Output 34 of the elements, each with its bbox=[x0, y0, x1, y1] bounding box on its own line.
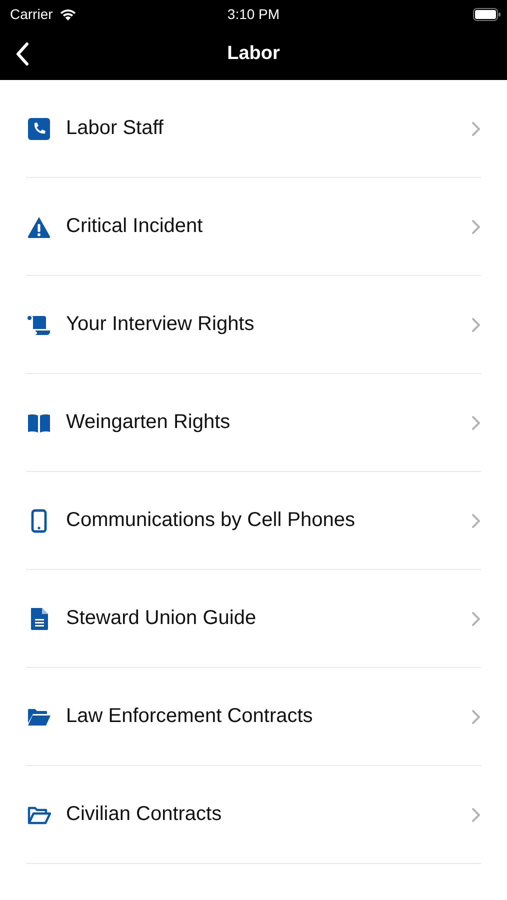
menu-item[interactable]: Law Enforcement Contracts bbox=[26, 668, 481, 766]
menu-item[interactable]: Civilian Contracts bbox=[26, 766, 481, 864]
menu-item[interactable]: Critical Incident bbox=[26, 178, 481, 276]
menu-item-label: Critical Incident bbox=[66, 215, 204, 238]
scroll-icon bbox=[26, 312, 52, 336]
menu-item-label: Steward Union Guide bbox=[66, 607, 258, 630]
chevron-right-icon bbox=[471, 414, 481, 430]
chevron-right-icon bbox=[471, 610, 481, 626]
back-chevron-icon bbox=[16, 42, 30, 66]
chevron-right-icon bbox=[471, 512, 481, 528]
chevron-right-icon bbox=[471, 708, 481, 724]
carrier-label: Carrier bbox=[10, 6, 53, 22]
wifi-icon bbox=[58, 8, 77, 20]
chevron-right-icon bbox=[471, 806, 481, 822]
menu-item[interactable]: Labor Staff bbox=[26, 80, 481, 178]
screen-title: Labor bbox=[227, 43, 280, 65]
menu-item-label: Your Interview Rights bbox=[66, 313, 256, 336]
menu-item-label: Communications by Cell Phones bbox=[66, 509, 356, 532]
back-button[interactable] bbox=[16, 42, 30, 66]
battery-icon bbox=[473, 8, 501, 20]
menu-item-label: Labor Staff bbox=[66, 117, 164, 140]
chevron-right-icon bbox=[471, 120, 481, 136]
chevron-right-icon bbox=[471, 316, 481, 332]
menu-item[interactable]: Weingarten Rights bbox=[26, 374, 481, 472]
menu-item-label: Weingarten Rights bbox=[66, 411, 232, 434]
menu-item[interactable]: Communications by Cell Phones bbox=[26, 472, 481, 570]
menu-item[interactable]: Steward Union Guide bbox=[26, 570, 481, 668]
chevron-right-icon bbox=[471, 218, 481, 234]
menu-item[interactable]: Your Interview Rights bbox=[26, 276, 481, 374]
warning-icon bbox=[26, 214, 52, 238]
menu-item-label: Civilian Contracts bbox=[66, 803, 223, 826]
phone-icon bbox=[26, 116, 52, 140]
menu-item-label: Law Enforcement Contracts bbox=[66, 705, 314, 728]
clock-time: 3:10 PM bbox=[226, 6, 281, 22]
